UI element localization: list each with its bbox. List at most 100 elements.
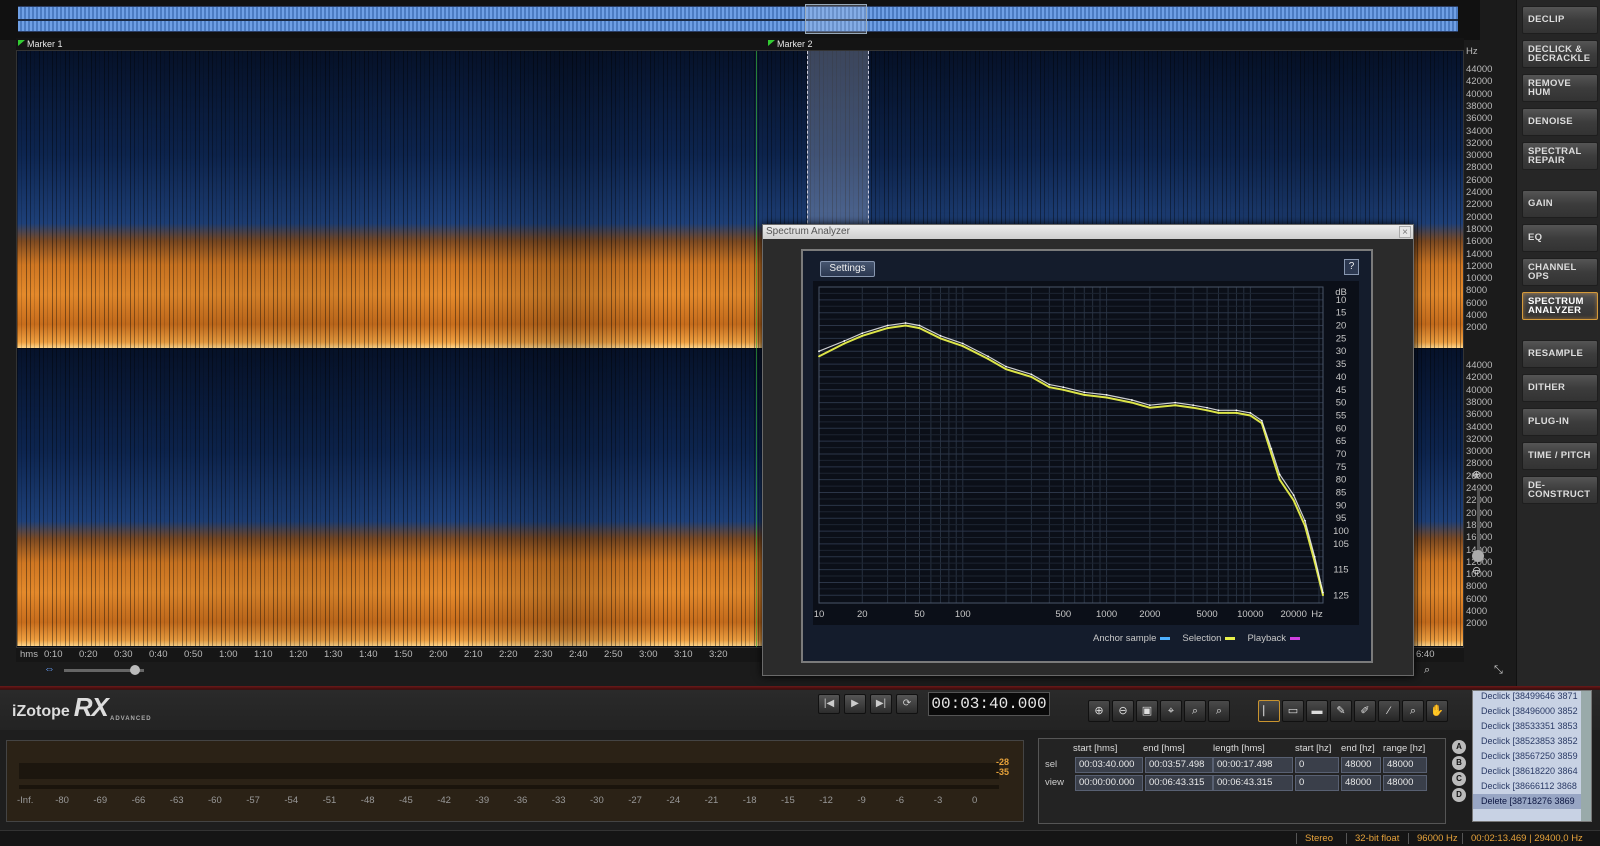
zoom-in-tool-icon[interactable]: ⊕ [1088, 700, 1110, 722]
data-point [904, 322, 907, 324]
table-cell[interactable]: 48000 [1383, 775, 1427, 791]
history-item[interactable]: Declick [38666112 3868 [1473, 779, 1591, 794]
module-button-resample[interactable]: RESAMPLE [1522, 340, 1598, 368]
zoom-out-icon[interactable]: ⊖ [1472, 564, 1481, 577]
skip-to-start-button[interactable]: |◀ [818, 694, 840, 714]
magnifier-tool-icon[interactable]: ⌕ [1402, 700, 1424, 722]
table-cell[interactable]: 00:06:43.315 [1213, 775, 1293, 791]
table-cell[interactable]: 0 [1295, 775, 1339, 791]
table-cell[interactable]: 00:00:17.498 [1213, 757, 1293, 773]
brush-tool-icon[interactable]: ✐ [1354, 700, 1376, 722]
meter-bar-left [19, 763, 999, 779]
table-cell[interactable]: 00:00:00.000 [1075, 775, 1143, 791]
zoom-horizontal-icon[interactable]: ⇔ [44, 663, 55, 675]
marker-2[interactable]: Marker 2 [768, 38, 813, 50]
snapshot-c-button[interactable]: C [1452, 772, 1466, 786]
zoom-selection-icon[interactable]: ▣ [1136, 700, 1158, 722]
history-item[interactable]: Declick [38533351 3853 [1473, 719, 1591, 734]
window-titlebar[interactable]: Spectrum Analyzer [763, 225, 1413, 239]
close-button[interactable]: × [1399, 226, 1411, 238]
marker-flag-icon [768, 40, 775, 46]
meter-scale-label: -9 [857, 795, 866, 806]
module-button-gain[interactable]: GAIN [1522, 190, 1598, 218]
module-button-channel-ops[interactable]: CHANNEL OPS [1522, 258, 1598, 286]
module-button-eq[interactable]: EQ [1522, 224, 1598, 252]
zoom-out-tool-icon[interactable]: ⊖ [1112, 700, 1134, 722]
module-button-denoise[interactable]: DENOISE [1522, 108, 1598, 136]
marker-row[interactable]: Marker 1 Marker 2 [16, 38, 1464, 50]
spectrum-analyzer-window[interactable]: Spectrum Analyzer × Settings ? 10 15 20 25 3… [762, 224, 1414, 676]
settings-button[interactable]: Settings [820, 261, 875, 277]
table-cell[interactable]: 00:03:40.000 [1075, 757, 1143, 773]
module-button-plug-in[interactable]: PLUG-IN [1522, 408, 1598, 436]
table-cell[interactable]: 0 [1295, 757, 1339, 773]
overview-view-region[interactable] [805, 4, 867, 34]
table-cell[interactable]: 48000 [1341, 757, 1381, 773]
time-tick: 2:10 [464, 649, 483, 660]
module-button-time-pitch[interactable]: TIME / PITCH [1522, 442, 1598, 470]
zoom-fit-icon[interactable]: ⌖ [1160, 700, 1182, 722]
waveform-overview[interactable] [0, 0, 1480, 40]
snapshot-d-button[interactable]: D [1452, 788, 1466, 802]
table-cell[interactable]: 48000 [1341, 775, 1381, 791]
module-button-de-construct[interactable]: DE-CONSTRUCT [1522, 476, 1598, 504]
freq-tick: 18000 [1466, 223, 1493, 235]
data-point [918, 327, 921, 330]
data-point [1278, 473, 1281, 476]
level-meter: -28 -35 -Inf. -80 -69 -66 -63 -60 -57 -54 -51 -48… [6, 740, 1024, 822]
history-item[interactable]: Delete [38718276 3869 [1473, 794, 1591, 809]
loop-button[interactable]: ⟳ [896, 694, 918, 714]
lasso-tool-icon[interactable]: ✎ [1330, 700, 1352, 722]
horizontal-zoom-knob[interactable] [130, 665, 140, 675]
play-selection-button[interactable]: ▶| [870, 694, 892, 714]
vertical-zoom-knob[interactable] [1472, 550, 1484, 562]
data-point [1130, 399, 1133, 401]
frequency-select-tool-icon[interactable]: ▬ [1306, 700, 1328, 722]
zoom-in-icon[interactable]: ⊕ [1472, 468, 1481, 481]
snapshot-a-button[interactable]: A [1452, 740, 1466, 754]
time-tick: 3:20 [709, 649, 728, 660]
fit-view-icon[interactable]: ⤡ [1494, 664, 1503, 677]
play-button[interactable]: ▶ [844, 694, 866, 714]
freq-tick: 36000 [1466, 113, 1493, 125]
history-item[interactable]: Declick [38523853 3852 [1473, 734, 1591, 749]
module-button-spectral-repair[interactable]: SPECTRAL REPAIR [1522, 142, 1598, 170]
module-button-remove-hum[interactable]: REMOVE HUM [1522, 74, 1598, 102]
data-point [818, 355, 820, 358]
table-cell[interactable]: 00:03:57.498 [1145, 757, 1213, 773]
snapshot-b-button[interactable]: B [1452, 756, 1466, 770]
module-button-declick-decrackle[interactable]: DECLICK & DECRACKLE [1522, 40, 1598, 68]
wand-tool-icon[interactable]: ⁄ [1378, 700, 1400, 722]
vertical-zoom[interactable]: ⊕ ⊖ [1468, 468, 1488, 618]
zoom-time-icon[interactable]: ⌕ [1184, 700, 1206, 722]
history-item[interactable]: Declick [38567250 3859 [1473, 749, 1591, 764]
magnify-icon[interactable]: ⌕ [1424, 664, 1430, 677]
table-cell[interactable]: 48000 [1383, 757, 1427, 773]
table-cell[interactable]: 00:06:43.315 [1145, 775, 1213, 791]
data-point [1278, 478, 1281, 481]
undo-history-list[interactable]: Declick [38499646 3871 Declick [38496000 … [1472, 690, 1592, 822]
spectrum-plot[interactable]: 10 15 20 25 30 35 40 45 50 55 60 65 70 75 80 85 90 95 100 1… [813, 281, 1359, 625]
meter-scale-label: -18 [742, 795, 757, 806]
horizontal-zoom[interactable]: ⇔ [44, 663, 164, 676]
module-button-spectrum-analyzer[interactable]: SPECTRUM ANALYZER [1522, 292, 1598, 320]
history-item[interactable]: Declick [38496000 3852 [1473, 704, 1591, 719]
time-select-tool-icon[interactable]: ⎸ [1258, 700, 1280, 722]
y-tick-label: 25 [1336, 333, 1347, 344]
bottom-panel: -28 -35 -Inf. -80 -69 -66 -63 -60 -57 -54 -51 -48… [0, 690, 1600, 830]
help-button[interactable]: ? [1344, 259, 1359, 275]
zoom-frequency-icon[interactable]: ⌕ [1208, 700, 1230, 722]
marker-1[interactable]: Marker 1 [18, 38, 63, 50]
vertical-zoom-track[interactable] [1477, 488, 1480, 558]
module-button-declip[interactable]: DECLIP [1522, 6, 1598, 34]
time-freq-select-tool-icon[interactable]: ▭ [1282, 700, 1304, 722]
history-item[interactable]: Declick [38618220 3864 [1473, 764, 1591, 779]
meter-scale-label: -48 [360, 795, 375, 806]
history-item[interactable]: Declick [38499646 3871 [1473, 691, 1591, 704]
module-button-dither[interactable]: DITHER [1522, 374, 1598, 402]
data-point [1105, 396, 1108, 399]
y-tick-label: 30 [1336, 346, 1347, 357]
hand-tool-icon[interactable]: ✋ [1426, 700, 1448, 722]
x-tick-label: 20 [857, 609, 868, 620]
history-scrollbar[interactable] [1581, 691, 1591, 821]
